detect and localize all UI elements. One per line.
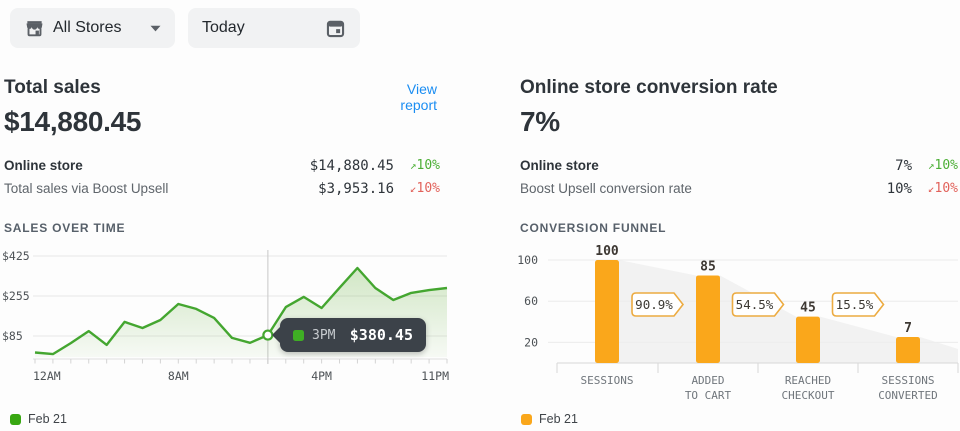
- calendar-icon: [325, 18, 346, 39]
- svg-text:8AM: 8AM: [168, 369, 189, 383]
- svg-text:15.5%: 15.5%: [836, 297, 874, 312]
- sales-row-online-store: Online store $14,880.45 ↗10%: [4, 154, 440, 177]
- svg-text:TO CART: TO CART: [685, 389, 732, 402]
- metric-label: Boost Upsell conversion rate: [520, 181, 887, 196]
- legend-swatch-orange: [521, 414, 532, 425]
- metric-label: Online store: [4, 158, 310, 173]
- conversion-rate-value: 7%: [520, 106, 560, 138]
- svg-text:SESSIONS: SESSIONS: [581, 374, 634, 387]
- svg-text:11PM: 11PM: [421, 369, 449, 383]
- tooltip-value: $380.45: [350, 326, 413, 344]
- delta-badge: ↗10%: [912, 158, 958, 173]
- metric-value: 7%: [895, 158, 912, 174]
- sales-panel-title: Total sales: [4, 77, 101, 99]
- chart-tooltip: 3PM $380.45: [280, 318, 426, 352]
- date-filter-label: Today: [202, 19, 245, 37]
- svg-text:4PM: 4PM: [311, 369, 332, 383]
- sales-over-time-heading: SALES OVER TIME: [4, 221, 125, 235]
- svg-text:REACHED: REACHED: [785, 374, 831, 387]
- svg-text:SESSIONS: SESSIONS: [882, 374, 935, 387]
- delta-badge: ↙10%: [912, 181, 958, 196]
- svg-text:20: 20: [524, 335, 538, 349]
- metric-value: 10%: [887, 181, 912, 197]
- chevron-down-icon: [150, 25, 161, 32]
- storefront-icon: [24, 18, 45, 39]
- svg-text:$85: $85: [2, 329, 23, 343]
- svg-text:CONVERTED: CONVERTED: [878, 389, 938, 402]
- metric-label: Online store: [520, 158, 895, 173]
- svg-text:100: 100: [517, 253, 538, 267]
- conversion-funnel-heading: CONVERSION FUNNEL: [520, 221, 666, 235]
- svg-text:CHECKOUT: CHECKOUT: [782, 389, 835, 402]
- delta-badge: ↙10%: [394, 181, 440, 196]
- svg-text:54.5%: 54.5%: [736, 297, 774, 312]
- svg-text:$425: $425: [2, 249, 30, 263]
- legend-label: Feb 21: [28, 412, 67, 426]
- svg-text:7: 7: [904, 321, 912, 336]
- total-sales-value: $14,880.45: [4, 106, 141, 138]
- svg-text:90.9%: 90.9%: [635, 297, 673, 312]
- conversion-funnel-chart[interactable]: 100 60 20 100 85 45 7 90.9% 54.5% 15.5% SESSIONS AD…: [510, 245, 960, 410]
- svg-text:$255: $255: [2, 289, 30, 303]
- tooltip-time-label: 3PM: [312, 328, 335, 343]
- svg-text:12AM: 12AM: [33, 369, 61, 383]
- svg-text:ADDED: ADDED: [691, 374, 724, 387]
- conversion-metric-rows: Online store 7% ↗10% Boost Upsell conver…: [520, 154, 958, 200]
- svg-text:85: 85: [700, 259, 716, 274]
- conversion-panel-title: Online store conversion rate: [520, 77, 778, 99]
- conversion-row-online-store: Online store 7% ↗10%: [520, 154, 958, 177]
- legend-label: Feb 21: [539, 412, 578, 426]
- funnel-chart-legend: Feb 21: [521, 412, 578, 426]
- conversion-row-boost-upsell: Boost Upsell conversion rate 10% ↙10%: [520, 177, 958, 200]
- svg-text:100: 100: [595, 245, 619, 259]
- legend-swatch-green: [10, 414, 21, 425]
- sales-chart-legend: Feb 21: [10, 412, 67, 426]
- metric-value: $14,880.45: [310, 158, 394, 174]
- sales-row-boost-upsell: Total sales via Boost Upsell $3,953.16 ↙…: [4, 177, 440, 200]
- svg-text:45: 45: [800, 301, 816, 316]
- store-filter-label: All Stores: [53, 19, 121, 37]
- tooltip-series-swatch: [293, 330, 304, 341]
- delta-badge: ↗10%: [394, 158, 440, 173]
- date-filter-button[interactable]: Today: [188, 8, 360, 48]
- metric-value: $3,953.16: [318, 181, 394, 197]
- view-report-link[interactable]: View report: [367, 81, 437, 113]
- store-filter-dropdown[interactable]: All Stores: [10, 8, 175, 48]
- svg-text:60: 60: [524, 294, 538, 308]
- sales-metric-rows: Online store $14,880.45 ↗10% Total sales…: [4, 154, 440, 200]
- metric-label: Total sales via Boost Upsell: [4, 181, 318, 196]
